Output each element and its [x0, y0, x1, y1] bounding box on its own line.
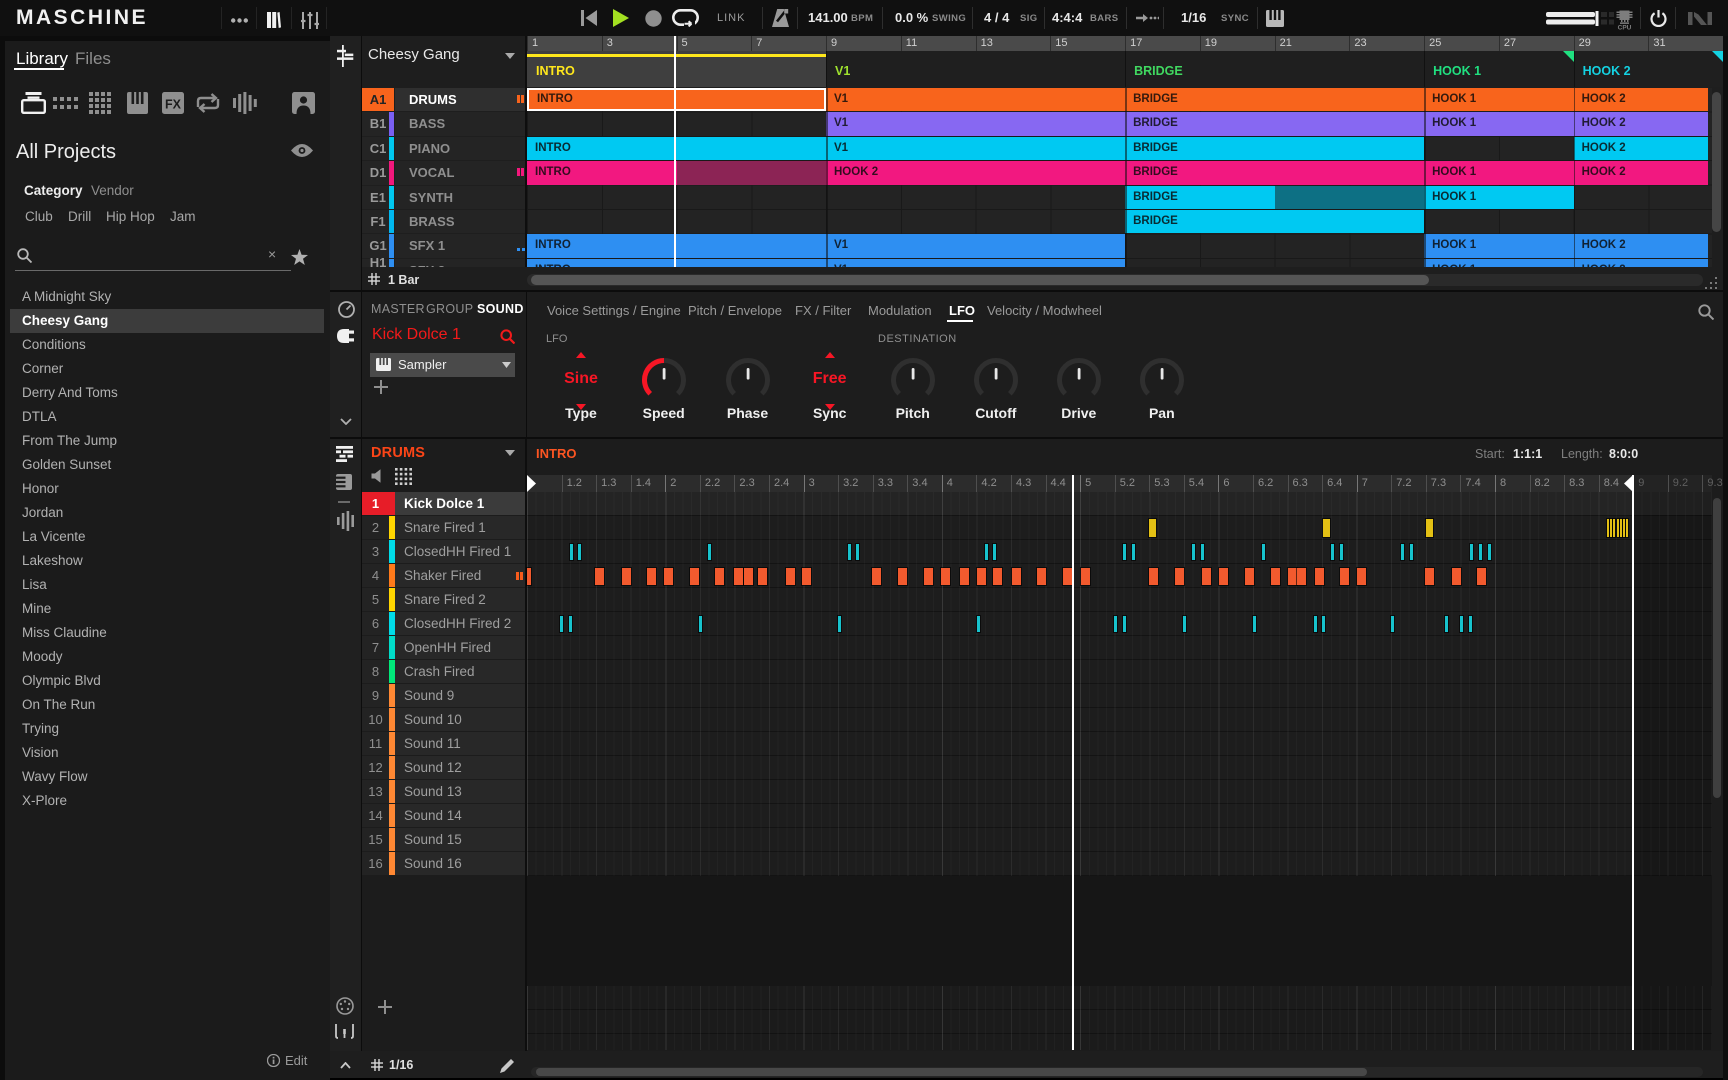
svg-text:CPU: CPU — [1618, 25, 1632, 31]
svg-text:FX: FX — [165, 98, 182, 112]
